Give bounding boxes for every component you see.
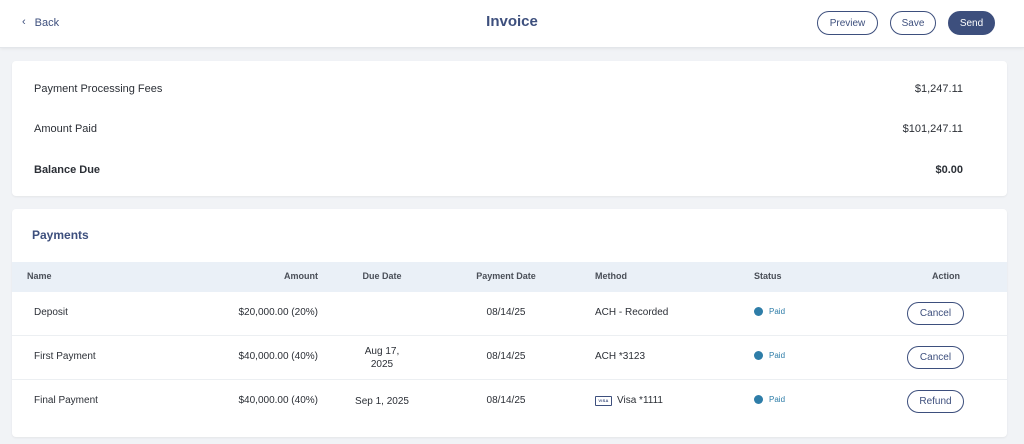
column-header-action: Action — [932, 271, 960, 281]
payment-due-date: Sep 1, 2025 — [332, 395, 432, 408]
method-text: ACH - Recorded — [595, 307, 669, 318]
summary-row-balance-due: Balance Due $0.00 — [34, 162, 963, 178]
payments-title: Payments — [32, 228, 89, 242]
payments-card: Payments Name Amount Due Date Payment Da… — [12, 209, 1007, 437]
status-text: Paid — [769, 395, 786, 404]
column-header-amount: Amount — [284, 271, 318, 281]
cancel-button[interactable]: Cancel — [907, 302, 964, 325]
summary-value: $101,247.11 — [902, 123, 963, 135]
summary-value: $1,247.11 — [914, 83, 963, 95]
preview-button[interactable]: Preview — [817, 11, 878, 35]
table-row: Deposit $20,000.00 (20%) 08/14/25 ACH - … — [12, 292, 1007, 336]
status-badge: Paid — [754, 307, 785, 316]
back-label: Back — [34, 17, 60, 29]
status-text: Paid — [769, 351, 786, 360]
payment-name: Deposit — [34, 307, 68, 318]
cancel-button[interactable]: Cancel — [907, 346, 964, 369]
send-button[interactable]: Send — [948, 11, 995, 35]
payment-date: 08/14/25 — [486, 307, 526, 318]
payment-amount: $40,000.00 (40%) — [238, 351, 318, 362]
chevron-left-icon: ‹ — [22, 15, 26, 28]
payment-method: ACH - Recorded — [595, 307, 668, 318]
payment-due-date: Aug 17, 2025 — [332, 345, 432, 371]
invoice-summary-card: Payment Processing Fees $1,247.11 Amount… — [12, 61, 1007, 196]
payment-date: 08/14/25 — [486, 351, 526, 362]
method-text: ACH *3123 — [595, 351, 646, 362]
summary-label: Payment Processing Fees — [34, 83, 163, 95]
column-header-name: Name — [27, 271, 52, 281]
column-header-payment-date: Payment Date — [476, 271, 536, 281]
due-date-line1: Aug 17, — [364, 346, 400, 357]
status-dot-icon — [754, 395, 763, 404]
visa-card-icon: VISA — [595, 395, 612, 406]
column-header-due-date: Due Date — [362, 271, 402, 281]
status-badge: Paid — [754, 395, 785, 404]
summary-label: Balance Due — [34, 164, 101, 176]
status-badge: Paid — [754, 351, 785, 360]
status-dot-icon — [754, 351, 763, 360]
save-button[interactable]: Save — [890, 11, 936, 35]
payment-method: ACH *3123 — [595, 351, 645, 362]
status-text: Paid — [769, 307, 786, 316]
summary-row-amount-paid: Amount Paid $101,247.11 — [34, 121, 963, 137]
table-row: Final Payment $40,000.00 (40%) Sep 1, 20… — [12, 380, 1007, 424]
summary-label: Amount Paid — [34, 123, 97, 135]
method-text: Visa *1111 — [617, 395, 663, 406]
payment-amount: $20,000.00 (20%) — [238, 307, 318, 318]
payments-table-header: Name Amount Due Date Payment Date Method… — [12, 262, 1007, 292]
refund-button[interactable]: Refund — [907, 390, 964, 413]
summary-row-processing-fees: Payment Processing Fees $1,247.11 — [34, 81, 963, 97]
status-dot-icon — [754, 307, 763, 316]
payment-name: Final Payment — [34, 395, 98, 406]
due-date-line2: 2025 — [370, 359, 394, 370]
summary-value: $0.00 — [935, 164, 963, 176]
due-date-text: Sep 1, 2025 — [355, 396, 409, 407]
column-header-method: Method — [595, 271, 627, 281]
table-row: First Payment $40,000.00 (40%) Aug 17, 2… — [12, 336, 1007, 380]
payment-amount: $40,000.00 (40%) — [238, 395, 318, 406]
payment-method: VISA Visa *1111 — [595, 395, 663, 406]
column-header-status: Status — [754, 271, 782, 281]
payment-name: First Payment — [34, 351, 96, 362]
back-button[interactable]: ‹ Back — [22, 15, 59, 31]
payment-date: 08/14/25 — [486, 395, 526, 406]
top-bar: ‹ Back Invoice Preview Save Send — [0, 0, 1024, 48]
